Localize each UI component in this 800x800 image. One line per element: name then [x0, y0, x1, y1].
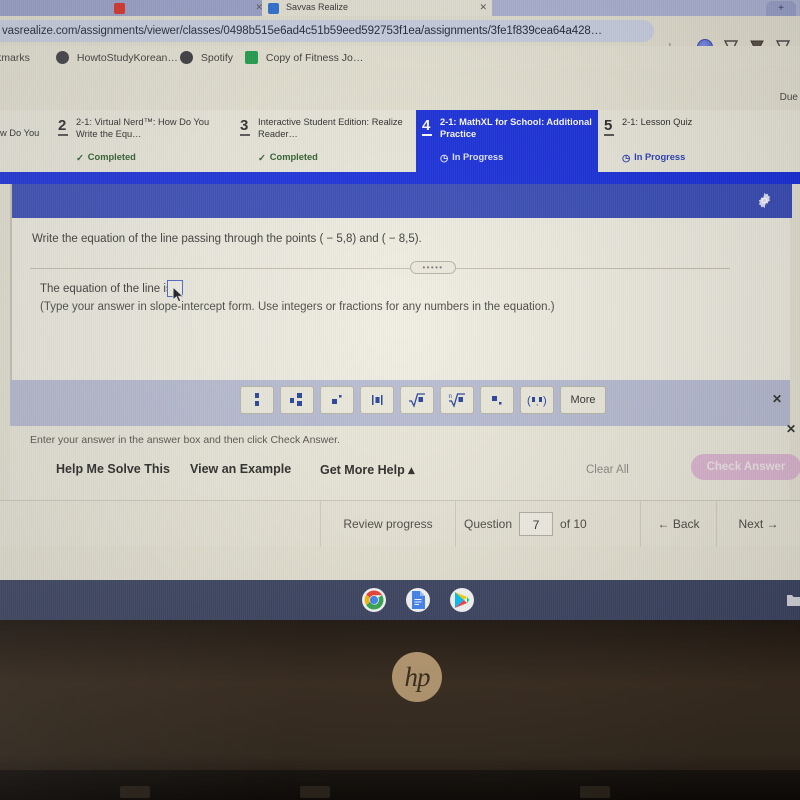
savvas-assignment-page: Due w Do You 2 2-1: Virtual Nerd™: How D…: [0, 70, 800, 620]
clock-icon: ◷: [622, 153, 631, 163]
photo-of-laptop-screen: ✕ Savvas Realize ✕ + vasrealize.com/assi…: [0, 0, 800, 800]
assignment-step-title: 2-1: Lesson Quiz: [622, 117, 693, 127]
question-text: Write the equation of the line passing t…: [32, 233, 422, 245]
step-dash: [240, 134, 250, 136]
math-palette-toolbar: n (,) More ✕: [10, 380, 790, 426]
assignment-step-status: ✓ Completed: [76, 152, 136, 163]
assignment-step-number: 2: [58, 117, 67, 134]
exercise-header-bar: [12, 184, 792, 218]
question-nav-bar: Review progress Question 7 of 10 ← Back …: [0, 500, 800, 547]
browser-tab[interactable]: ✕: [108, 0, 268, 16]
svg-text:): ): [543, 395, 547, 407]
answer-hint-text: (Type your answer in slope-intercept for…: [40, 301, 555, 313]
play-store-icon[interactable]: [450, 588, 474, 612]
help-me-solve-this-button[interactable]: Help Me Solve This: [56, 462, 170, 476]
chromeos-shelf: [0, 580, 800, 620]
assignment-step-number: 5: [604, 117, 613, 134]
tab-close-icon[interactable]: ✕: [479, 3, 487, 12]
assignment-step-bar: w Do You 2 2-1: Virtual Nerd™: How Do Yo…: [0, 110, 800, 172]
browser-tab-active[interactable]: Savvas Realize ✕: [262, 0, 492, 16]
review-progress-button[interactable]: Review progress: [320, 501, 455, 547]
question-number-input[interactable]: 7: [519, 512, 554, 536]
assignment-step-status: ◷ In Progress: [440, 152, 504, 163]
of-total-label: of 10: [560, 517, 587, 531]
back-button[interactable]: ← Back: [640, 501, 716, 547]
assignment-step-current[interactable]: 4 2-1: MathXL for School: Additional Pra…: [416, 110, 598, 172]
assignment-step-title: 2-1: MathXL for School: Additional Pract…: [440, 117, 592, 139]
google-docs-icon[interactable]: [406, 588, 430, 612]
assignment-step-title: 2-1: Virtual Nerd™: How Do You Write the…: [76, 117, 210, 139]
assignment-step-number: 4: [422, 117, 431, 134]
square-root-icon[interactable]: [400, 386, 434, 414]
question-label: Question: [464, 517, 513, 531]
svg-text:,: ,: [536, 398, 538, 407]
assignment-step[interactable]: w Do You: [0, 110, 52, 172]
assignment-step[interactable]: 2 2-1: Virtual Nerd™: How Do You Write t…: [52, 110, 234, 172]
svg-text:(: (: [527, 395, 531, 407]
mixed-number-icon[interactable]: [280, 386, 314, 414]
globe-icon: [56, 51, 69, 64]
assignment-step[interactable]: 5 2-1: Lesson Quiz ◷ In Progress: [598, 110, 780, 172]
close-math-toolbar-icon[interactable]: ✕: [772, 392, 782, 406]
more-math-symbols-button[interactable]: More: [560, 386, 606, 414]
bookmark-item[interactable]: HowtoStudyKorean…: [56, 50, 178, 66]
absolute-value-icon[interactable]: [360, 386, 394, 414]
assignment-step-status: ✓ Completed: [258, 152, 318, 163]
check-icon: ✓: [258, 153, 266, 163]
assignment-step-status: ◷ In Progress: [622, 152, 686, 163]
bookmark-item[interactable]: Copy of Fitness Jo…: [245, 50, 363, 66]
keyboard-key: [300, 786, 330, 798]
browser-tab-strip: ✕ Savvas Realize ✕ +: [0, 0, 800, 16]
chrome-icon[interactable]: [362, 588, 386, 612]
divider-ellipsis-pill[interactable]: •••••: [410, 261, 456, 274]
bookmark-item[interactable]: Spotify: [180, 50, 233, 66]
laptop-screen: ✕ Savvas Realize ✕ + vasrealize.com/assi…: [0, 0, 800, 620]
browser-tab-label: Savvas Realize: [286, 2, 349, 12]
assignment-step-title: w Do You: [0, 128, 40, 138]
assignment-step-title: Interactive Student Edition: Realize Rea…: [258, 117, 403, 139]
subscript-icon[interactable]: [480, 386, 514, 414]
fraction-stack-icon[interactable]: [240, 386, 274, 414]
assignment-step[interactable]: 3 Interactive Student Edition: Realize R…: [234, 110, 416, 172]
close-panel-icon[interactable]: ✕: [786, 422, 796, 436]
step-dash: [604, 134, 614, 136]
browser-toolbar: vasrealize.com/assignments/viewer/classe…: [0, 16, 800, 55]
view-an-example-button[interactable]: View an Example: [190, 462, 291, 476]
bookmarks-bar: kmarks HowtoStudyKorean… Spotify Copy of…: [0, 46, 800, 70]
new-tab-button[interactable]: +: [766, 1, 796, 16]
hp-logo: hp: [392, 652, 442, 702]
accent-rule: [0, 172, 800, 184]
assignment-step-number: 3: [240, 117, 249, 134]
tab-favicon: [114, 3, 125, 14]
google-sheets-icon: [245, 51, 258, 64]
check-answer-button[interactable]: Check Answer: [691, 454, 800, 480]
next-button[interactable]: Next →: [716, 501, 800, 547]
section-divider: [30, 268, 730, 269]
keyboard-key: [580, 786, 610, 798]
files-icon[interactable]: [782, 588, 800, 612]
gear-icon[interactable]: [755, 191, 774, 210]
enter-answer-note: Enter your answer in the answer box and …: [30, 434, 340, 446]
answer-prompt-label: The equation of the line is: [40, 283, 172, 295]
clock-icon: ◷: [440, 153, 449, 163]
get-more-help-button[interactable]: Get More Help ▴: [320, 462, 414, 477]
address-bar[interactable]: vasrealize.com/assignments/viewer/classe…: [0, 20, 654, 42]
spotify-icon: [180, 51, 193, 64]
clear-all-button[interactable]: Clear All: [586, 464, 629, 476]
browser-tab[interactable]: [0, 0, 120, 16]
tab-favicon: [268, 3, 279, 14]
exercise-footer: Enter your answer in the answer box and …: [10, 426, 800, 500]
exponent-icon[interactable]: [320, 386, 354, 414]
svg-text:n: n: [449, 394, 452, 400]
step-dash: [422, 134, 432, 136]
bookmarks-overflow-label: kmarks: [0, 52, 30, 65]
due-label: Due: [779, 92, 798, 103]
interval-notation-icon[interactable]: (,): [520, 386, 554, 414]
check-icon: ✓: [76, 153, 84, 163]
keyboard-key: [120, 786, 150, 798]
step-dash: [58, 134, 68, 136]
question-indicator: Question 7 of 10: [455, 501, 640, 547]
nth-root-icon[interactable]: n: [440, 386, 474, 414]
